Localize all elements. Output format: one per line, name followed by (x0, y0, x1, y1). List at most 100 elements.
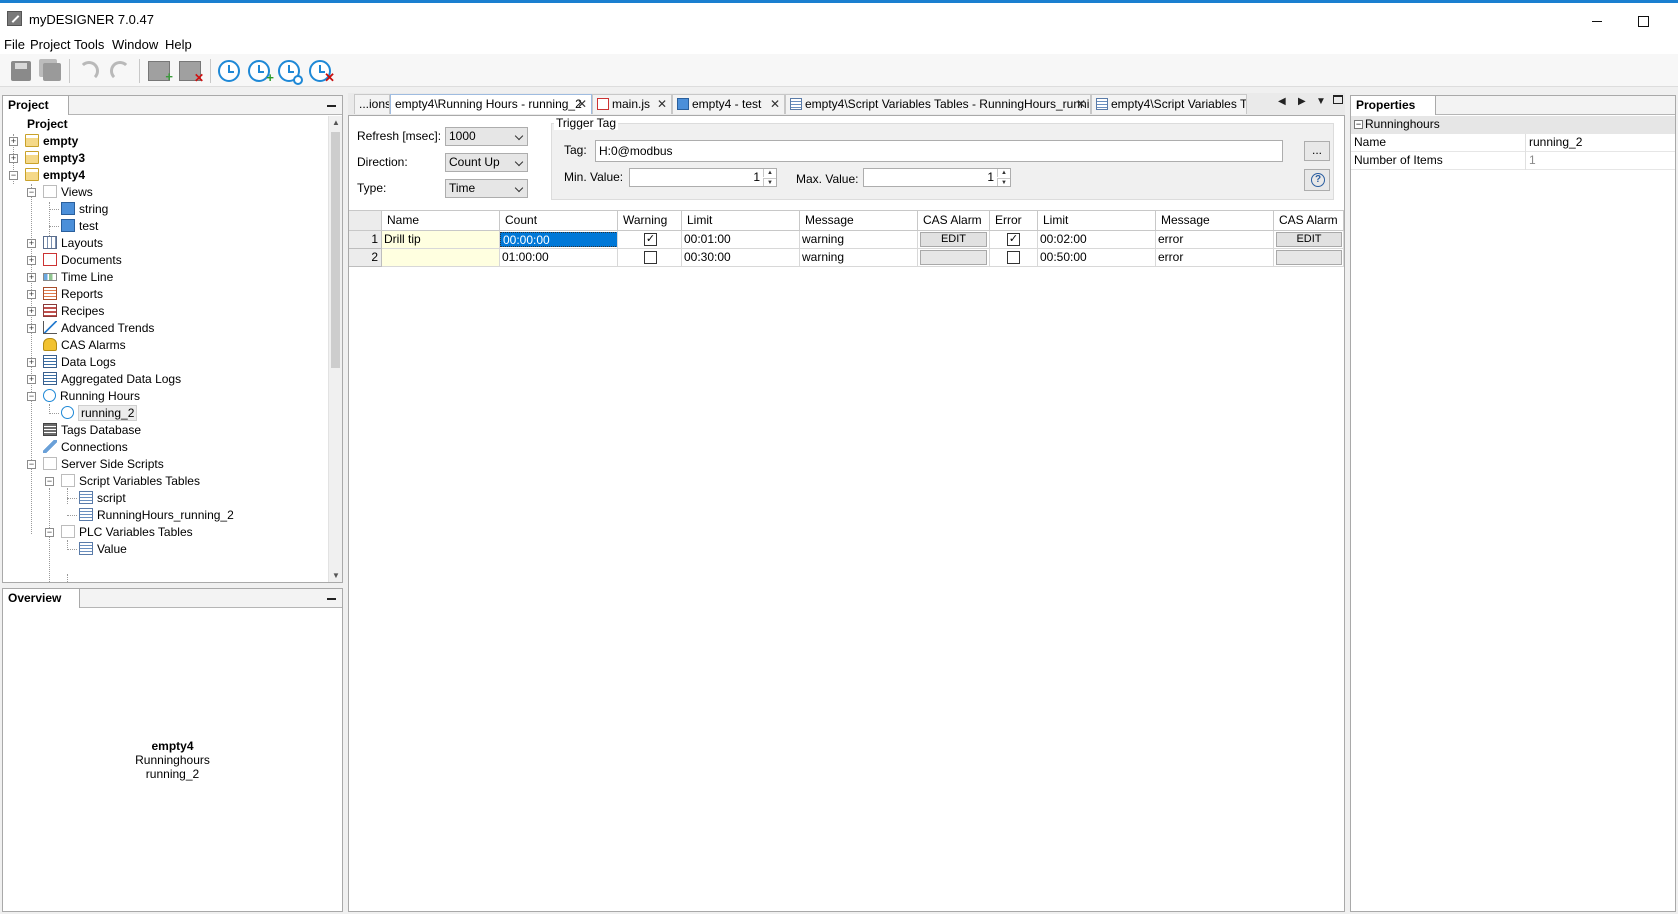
tree-item-tags-database[interactable]: Tags Database (43, 422, 141, 439)
collapse-toggle[interactable]: − (9, 171, 18, 180)
cell-warning-message[interactable]: warning (800, 231, 918, 249)
cell-count[interactable]: 01:00:00 (500, 249, 618, 267)
tree-item-test[interactable]: test (61, 218, 98, 235)
column-header-warning-message[interactable]: Message (800, 210, 918, 231)
scroll-up-icon[interactable]: ▲ (332, 118, 340, 127)
overview-panel-title[interactable]: Overview (3, 589, 80, 608)
property-number-of-items[interactable]: Number of Items 1 (1351, 152, 1675, 170)
tree-item-recipes[interactable]: Recipes (43, 303, 104, 320)
expand-toggle[interactable]: + (27, 375, 36, 384)
tab-empty4-test[interactable]: empty4 - test ✕ (672, 94, 785, 114)
spin-up-icon[interactable]: ▲ (763, 169, 776, 177)
max-value-spinner[interactable]: 1 ▲ ▼ (863, 168, 1011, 187)
tree-item-value[interactable]: Value (79, 541, 127, 558)
tree-item-empty[interactable]: empty (25, 133, 78, 150)
column-header-error-limit[interactable]: Limit (1038, 210, 1156, 231)
expand-toggle[interactable]: + (27, 273, 36, 282)
menu-help[interactable]: Help (165, 37, 192, 52)
delete-view-button[interactable] (177, 58, 204, 85)
warning-checkbox[interactable] (644, 251, 657, 264)
tree-item-server-side-scripts[interactable]: Server Side Scripts (43, 456, 164, 473)
properties-section-runninghours[interactable]: − Runninghours (1351, 116, 1675, 134)
tree-item-running-2[interactable]: running_2 (61, 405, 138, 422)
tree-item-empty3[interactable]: empty3 (25, 150, 85, 167)
close-tab-icon[interactable]: ✕ (1076, 95, 1086, 113)
cell-warning-message[interactable]: warning (800, 249, 918, 267)
menu-window[interactable]: Window (112, 37, 158, 52)
tree-item-plc-variables-tables[interactable]: PLC Variables Tables (61, 524, 193, 541)
scrollbar-thumb[interactable] (331, 132, 340, 368)
tab-ions[interactable]: ...ions (354, 94, 390, 114)
spin-up-icon[interactable]: ▲ (997, 169, 1010, 177)
property-name[interactable]: Name running_2 (1351, 134, 1675, 152)
column-header-error[interactable]: Error (990, 210, 1038, 231)
add-clock-button[interactable]: + (246, 58, 274, 85)
tree-item-layouts[interactable]: Layouts (43, 235, 103, 252)
tree-item-reports[interactable]: Reports (43, 286, 103, 303)
tab-list-icon[interactable]: ▼ (1316, 96, 1326, 107)
add-view-button[interactable] (146, 58, 173, 84)
menu-tools[interactable]: Tools (74, 37, 104, 52)
collapse-toggle[interactable]: − (27, 392, 36, 401)
help-button[interactable]: ? (1304, 169, 1330, 191)
close-tab-icon[interactable]: ✕ (577, 95, 587, 113)
menu-project[interactable]: Project (30, 37, 70, 52)
tree-item-views[interactable]: Views (43, 184, 93, 201)
edit-warning-cas-alarm-button[interactable] (920, 250, 987, 265)
tab-script-variables-2[interactable]: empty4\Script Variables T... (1091, 94, 1247, 114)
cell-error-limit[interactable]: 00:50:00 (1038, 249, 1156, 267)
expand-toggle[interactable]: + (27, 358, 36, 367)
save-button[interactable] (8, 58, 34, 84)
column-header-warning[interactable]: Warning (618, 210, 682, 231)
tree-item-runninghours-running-2[interactable]: RunningHours_running_2 (79, 507, 234, 524)
maximize-editor-icon[interactable] (1333, 95, 1343, 104)
edit-error-cas-alarm-button[interactable] (1276, 250, 1342, 265)
column-header-warning-cas-alarm[interactable]: CAS Alarm (918, 210, 990, 231)
scroll-down-icon[interactable]: ▼ (332, 571, 340, 580)
maximize-button[interactable] (1620, 5, 1666, 35)
clock-button[interactable] (216, 58, 242, 84)
tree-item-documents[interactable]: Documents (43, 252, 122, 269)
menu-file[interactable]: File (4, 37, 25, 52)
error-checkbox[interactable] (1007, 251, 1020, 264)
redo-button[interactable] (107, 58, 133, 84)
cell-error-message[interactable]: error (1156, 249, 1274, 267)
tree-item-data-logs[interactable]: Data Logs (43, 354, 116, 371)
min-value-spinner[interactable]: 1 ▲ ▼ (629, 168, 777, 187)
minimize-button[interactable] (1574, 5, 1620, 35)
collapse-toggle[interactable]: − (27, 460, 36, 469)
expand-toggle[interactable]: + (27, 290, 36, 299)
tree-item-empty4[interactable]: empty4 (25, 167, 85, 184)
cell-error-limit[interactable]: 00:02:00 (1038, 231, 1156, 249)
browse-tag-button[interactable]: ... (1304, 141, 1330, 161)
tab-script-variables-running-2[interactable]: empty4\Script Variables Tables - Running… (785, 94, 1091, 114)
edit-error-cas-alarm-button[interactable]: EDIT (1276, 232, 1342, 247)
warning-checkbox[interactable]: ✓ (644, 233, 657, 246)
tree-item-aggregated-data-logs[interactable]: Aggregated Data Logs (43, 371, 181, 388)
column-header-error-message[interactable]: Message (1156, 210, 1274, 231)
row-header[interactable]: 1 (349, 231, 382, 249)
edit-warning-cas-alarm-button[interactable]: EDIT (920, 232, 987, 247)
expand-toggle[interactable]: + (9, 154, 18, 163)
expand-toggle[interactable]: + (27, 239, 36, 248)
collapse-toggle[interactable]: − (45, 528, 54, 537)
cell-name[interactable]: Drill tip (382, 231, 500, 249)
undo-button[interactable] (76, 58, 102, 84)
collapse-toggle[interactable]: − (45, 477, 54, 486)
close-tab-icon[interactable]: ✕ (657, 95, 667, 113)
cell-error-message[interactable]: error (1156, 231, 1274, 249)
minimize-icon[interactable] (327, 598, 336, 600)
tree-root[interactable]: Project (27, 116, 68, 133)
row-header[interactable]: 2 (349, 249, 382, 267)
collapse-icon[interactable]: − (1354, 120, 1363, 129)
save-all-button[interactable] (37, 58, 63, 84)
type-select[interactable]: Time (445, 179, 528, 198)
tree-item-string[interactable]: string (61, 201, 108, 218)
expand-toggle[interactable]: + (27, 324, 36, 333)
column-header-name[interactable]: Name (382, 210, 500, 231)
tree-item-cas-alarms[interactable]: CAS Alarms (43, 337, 126, 354)
properties-panel-title[interactable]: Properties (1351, 96, 1436, 115)
refresh-select[interactable]: 1000 (445, 127, 528, 146)
tab-running-hours[interactable]: empty4\Running Hours - running_2 ✕ (390, 94, 592, 114)
tab-main-js[interactable]: main.js ✕ (592, 94, 672, 114)
